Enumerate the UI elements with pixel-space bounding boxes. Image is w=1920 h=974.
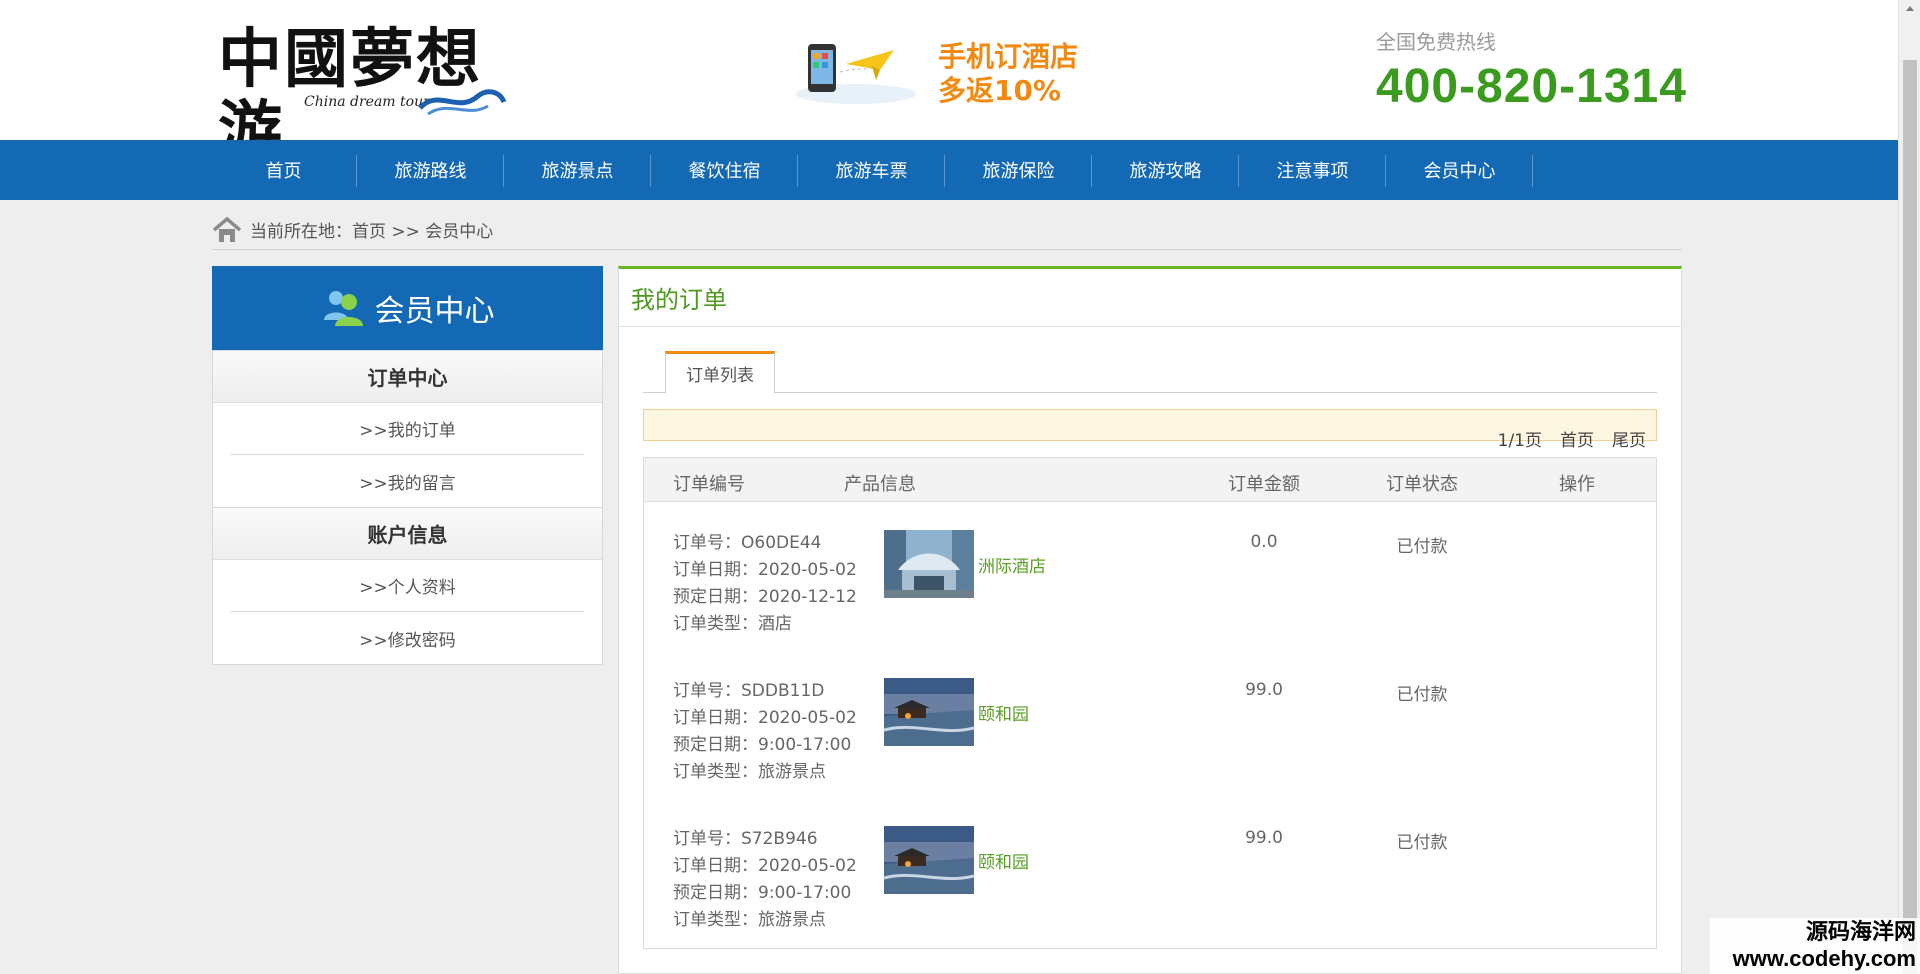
- nav-item-guides[interactable]: 旅游攻略: [1092, 140, 1239, 200]
- table-row: 订单号：O60DE44 订单日期：2020-05-02 预定日期：2020-12…: [644, 530, 1656, 678]
- product-name-link[interactable]: 洲际酒店: [978, 552, 1046, 577]
- order-status: 已付款: [1396, 685, 1448, 705]
- page-indicator: 1/1页: [1497, 431, 1542, 451]
- promo-line-1: 手机订酒店: [938, 40, 1079, 73]
- product-name-link[interactable]: 颐和园: [978, 700, 1029, 725]
- orders-panel: 我的订单 订单列表 1/1页 首页 尾页 订单编号 产品信息 订单金额 订单状态…: [618, 266, 1682, 974]
- column-header-amount: 订单金额: [1228, 474, 1300, 495]
- nav-item-member-center[interactable]: 会员中心: [1386, 140, 1533, 200]
- column-header-status: 订单状态: [1386, 474, 1458, 495]
- order-type: 订单类型：旅游景点: [673, 762, 826, 782]
- scroll-up-arrow-icon[interactable]: [1906, 6, 1914, 11]
- promo-text: 手机订酒店 多返10%: [938, 40, 1078, 108]
- hotline-number: 400-820-1314: [1376, 60, 1687, 113]
- column-header-order-no: 订单编号: [673, 474, 745, 495]
- watermark-line-1: 源码海洋网: [1805, 920, 1916, 945]
- hotline-label: 全国免费热线: [1376, 30, 1496, 54]
- product-thumbnail-summer-palace[interactable]: [884, 678, 974, 746]
- sidebar-heading-orders: 订单中心: [213, 351, 602, 403]
- nav-item-home[interactable]: 首页: [210, 140, 357, 200]
- nav-item-notes[interactable]: 注意事项: [1239, 140, 1386, 200]
- order-type: 订单类型：酒店: [673, 614, 792, 634]
- sidebar-section-account: 账户信息 >>个人资料 >>修改密码: [212, 508, 603, 665]
- home-icon: [212, 216, 242, 242]
- order-number: 订单号：O60DE44: [673, 533, 822, 553]
- order-date: 订单日期：2020-05-02: [673, 708, 857, 728]
- column-header-product: 产品信息: [844, 474, 916, 495]
- table-header: 订单编号 产品信息 订单金额 订单状态 操作: [644, 458, 1656, 502]
- reserve-date: 预定日期：2020-12-12: [673, 587, 857, 607]
- sidebar-heading-account: 账户信息: [213, 508, 602, 560]
- site-header: 中國夢想游 China dream tour 手机订酒店 多返10% 全国免费热…: [0, 0, 1898, 168]
- order-number: 订单号：S72B946: [673, 829, 818, 849]
- sidebar-title: 会员中心: [374, 294, 495, 329]
- last-page-link[interactable]: 尾页: [1612, 426, 1646, 451]
- nav-item-tickets[interactable]: 旅游车票: [798, 140, 945, 200]
- phone-plane-icon: [796, 44, 916, 104]
- order-status: 已付款: [1396, 537, 1448, 557]
- reserve-date: 预定日期：9:00-17:00: [673, 883, 852, 903]
- scroll-thumb[interactable]: [1903, 60, 1917, 974]
- sidebar-item-change-password[interactable]: >>修改密码: [231, 612, 584, 664]
- tab-order-list[interactable]: 订单列表: [665, 351, 775, 394]
- sidebar-section-orders: 订单中心 >>我的订单 >>我的留言: [212, 350, 603, 508]
- users-icon: [323, 291, 363, 326]
- page-scrollbar[interactable]: [1898, 0, 1920, 974]
- nav-item-dining-lodging[interactable]: 餐饮住宿: [651, 140, 798, 200]
- sidebar-item-profile[interactable]: >>个人资料: [231, 560, 584, 612]
- mobile-promo-banner[interactable]: 手机订酒店 多返10%: [786, 36, 1086, 108]
- page-title: 我的订单: [619, 269, 1681, 327]
- nav-item-routes[interactable]: 旅游路线: [357, 140, 504, 200]
- order-amount: 99.0: [1245, 680, 1283, 700]
- nav-item-insurance[interactable]: 旅游保险: [945, 140, 1092, 200]
- logo-subtitle: China dream tour: [304, 94, 430, 110]
- promo-line-2: 多返10%: [938, 74, 1062, 107]
- column-header-actions: 操作: [1559, 474, 1595, 495]
- order-status: 已付款: [1396, 833, 1448, 853]
- reserve-date: 预定日期：9:00-17:00: [673, 735, 852, 755]
- table-row: 订单号：S72B946 订单日期：2020-05-02 预定日期：9:00-17…: [644, 826, 1656, 974]
- member-sidebar: 会员中心 订单中心 >>我的订单 >>我的留言 账户信息 >>个人资料 >>修改…: [212, 266, 603, 665]
- table-row: 订单号：SDDB11D 订单日期：2020-05-02 预定日期：9:00-17…: [644, 678, 1656, 826]
- sidebar-item-my-orders[interactable]: >>我的订单: [231, 403, 584, 455]
- order-amount: 0.0: [1250, 532, 1278, 552]
- order-amount: 99.0: [1245, 828, 1283, 848]
- main-nav: 首页 旅游路线 旅游景点 餐饮住宿 旅游车票 旅游保险 旅游攻略 注意事项 会员…: [0, 140, 1898, 200]
- pagination-bar: 1/1页 首页 尾页: [643, 409, 1657, 451]
- order-info: 订单号：O60DE44 订单日期：2020-05-02 预定日期：2020-12…: [673, 530, 857, 638]
- watermark-line-2: www.codehy.com: [1732, 946, 1916, 971]
- product-name-link[interactable]: 颐和园: [978, 848, 1029, 873]
- breadcrumb-text: 当前所在地：首页 >> 会员中心: [250, 222, 494, 242]
- watermark: 源码海洋网 www.codehy.com: [1710, 918, 1920, 974]
- order-date: 订单日期：2020-05-02: [673, 560, 857, 580]
- product-thumbnail-summer-palace[interactable]: [884, 826, 974, 894]
- order-info: 订单号：S72B946 订单日期：2020-05-02 预定日期：9:00-17…: [673, 826, 857, 934]
- site-logo[interactable]: 中國夢想游 China dream tour: [218, 24, 518, 168]
- breadcrumb: 当前所在地：首页 >> 会员中心: [212, 210, 1682, 250]
- sidebar-header: 会员中心: [212, 266, 603, 350]
- hotline: 全国免费热线 400-820-1314: [1376, 26, 1687, 115]
- tab-bar: 订单列表: [643, 351, 1657, 394]
- first-page-link[interactable]: 首页: [1560, 426, 1594, 451]
- order-date: 订单日期：2020-05-02: [673, 856, 857, 876]
- order-number: 订单号：SDDB11D: [673, 681, 825, 701]
- order-type: 订单类型：旅游景点: [673, 910, 826, 930]
- sidebar-item-my-messages[interactable]: >>我的留言: [231, 455, 584, 507]
- wave-icon: [418, 89, 507, 116]
- orders-table: 订单编号 产品信息 订单金额 订单状态 操作 订单号：O60DE44 订单日期：…: [643, 457, 1657, 949]
- order-info: 订单号：SDDB11D 订单日期：2020-05-02 预定日期：9:00-17…: [673, 678, 857, 786]
- product-thumbnail-hotel[interactable]: [884, 530, 974, 598]
- nav-item-attractions[interactable]: 旅游景点: [504, 140, 651, 200]
